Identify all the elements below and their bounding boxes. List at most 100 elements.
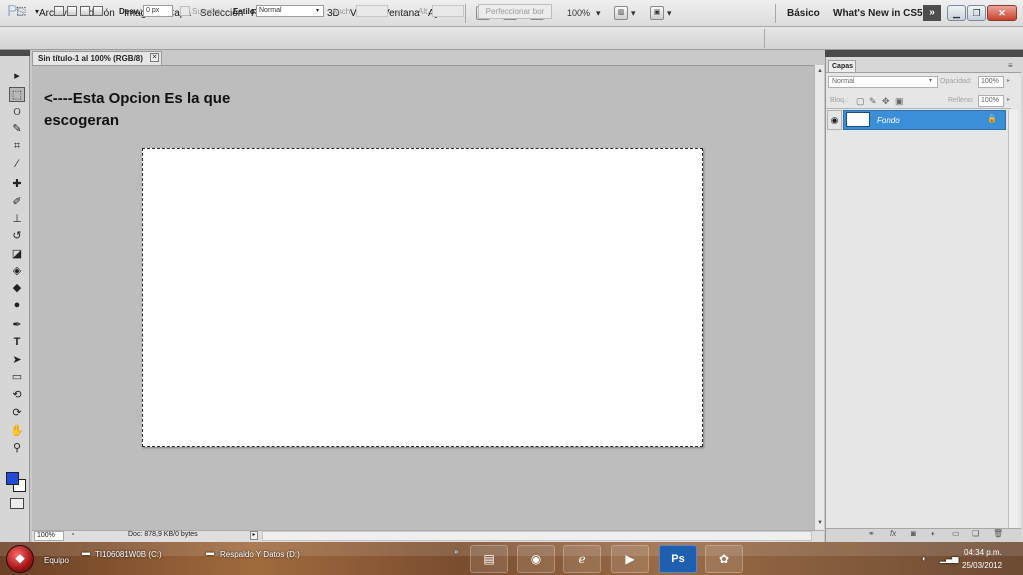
chevron-down-icon[interactable]: ▾ <box>596 8 601 19</box>
clone-stamp-tool-icon[interactable]: ⊥ <box>9 212 25 227</box>
width-input[interactable] <box>356 5 388 17</box>
clock-date[interactable]: 25/03/2012 <box>962 561 1002 570</box>
subtract-from-selection-icon[interactable] <box>80 6 90 16</box>
3d-orbit-tool-icon[interactable]: ⟳ <box>9 406 25 421</box>
layer-mask-icon[interactable]: ◙ <box>911 529 916 538</box>
marquee-tool-preset-icon[interactable]: ⬚ <box>16 4 26 17</box>
taskbar-overflow-icon[interactable]: » <box>454 547 458 556</box>
panel-menu-icon[interactable]: ≡ <box>1008 61 1013 70</box>
fill-slider-arrow-icon[interactable]: ▸ <box>1007 96 1010 103</box>
tray-toggle-icon[interactable]: ◐ <box>922 554 927 563</box>
intersect-selection-icon[interactable] <box>93 6 103 16</box>
swap-dimensions-icon[interactable]: ⇄ <box>397 7 404 16</box>
pen-tool-icon[interactable]: ✒ <box>9 318 25 333</box>
document-tab[interactable]: Sin título-1 al 100% (RGB/8) <box>32 51 162 65</box>
close-window-button[interactable]: ✕ <box>987 5 1017 21</box>
scroll-down-icon[interactable]: ▼ <box>816 519 824 527</box>
quick-mask-icon[interactable] <box>10 498 24 509</box>
refine-edge-button[interactable]: Perfeccionar bor <box>478 4 552 19</box>
adjustment-layer-icon[interactable]: ◐ <box>931 529 936 538</box>
antialias-checkbox[interactable] <box>180 6 190 16</box>
status-menu-arrow-icon[interactable]: ▸ <box>250 531 258 540</box>
media-player-icon[interactable]: ▶ <box>611 545 649 573</box>
paint-bucket-tool-icon[interactable]: ◈ <box>9 264 25 279</box>
style-label: Estilo: <box>233 7 258 16</box>
move-tool-icon[interactable]: ▸ <box>9 69 25 84</box>
zoom-tool-icon[interactable]: ⚲ <box>9 441 25 456</box>
new-layer-icon[interactable]: ❏ <box>972 529 979 538</box>
eyedropper-tool-icon[interactable]: ⁄ <box>9 157 25 172</box>
file-explorer-icon[interactable]: ▤ <box>470 545 508 573</box>
lock-position-icon[interactable]: ✥ <box>882 96 890 107</box>
workspace-basico[interactable]: Básico <box>787 8 820 19</box>
blur-tool-icon[interactable]: ◆ <box>9 281 25 296</box>
history-brush-icon[interactable]: ↺ <box>9 229 25 244</box>
canvas-selection[interactable] <box>142 148 703 447</box>
restore-button[interactable]: ❐ <box>967 5 986 21</box>
document-horizontal-scrollbar[interactable] <box>262 531 812 541</box>
opacity-slider-arrow-icon[interactable]: ▸ <box>1007 77 1010 84</box>
internet-explorer-icon[interactable]: ℯ <box>563 545 601 573</box>
taskbar-drive-d[interactable]: Respaldo Y Datos (D:) <box>220 550 300 559</box>
photoshop-taskbar-icon[interactable]: Ps <box>659 545 697 573</box>
screen-mode-icon[interactable]: ▣ <box>650 6 664 20</box>
lock-pixels-icon[interactable]: ✎ <box>869 96 877 107</box>
fill-input[interactable]: 100% <box>978 95 1004 107</box>
path-selection-tool-icon[interactable]: ➤ <box>9 353 25 368</box>
style-select[interactable]: Normal <box>256 5 324 17</box>
new-selection-icon[interactable] <box>54 6 64 16</box>
feather-input[interactable]: 0 px <box>143 5 173 17</box>
chevron-down-icon[interactable]: ▾ <box>667 8 672 19</box>
expand-workspaces-button[interactable]: » <box>923 5 941 21</box>
chevron-down-icon[interactable]: ▾ <box>35 7 39 16</box>
minimize-button[interactable]: ▁ <box>947 5 966 21</box>
zoom-input[interactable]: 100% <box>34 531 64 541</box>
add-to-selection-icon[interactable] <box>67 6 77 16</box>
network-signal-icon[interactable]: ▁▃▅ <box>940 554 958 563</box>
height-input[interactable] <box>432 5 464 17</box>
foreground-color-swatch[interactable] <box>6 472 19 485</box>
clock-time[interactable]: 04:34 p.m. <box>964 548 1002 557</box>
chevron-down-icon[interactable]: ▾ <box>929 77 932 84</box>
spot-healing-brush-icon[interactable]: ✚ <box>9 177 25 192</box>
blend-mode-select[interactable]: Normal <box>828 76 938 88</box>
taskbar-drive-c[interactable]: TI106081W0B (C:) <box>95 550 162 559</box>
eraser-tool-icon[interactable]: ◪ <box>9 247 25 262</box>
chevron-down-icon[interactable]: ▾ <box>316 7 319 14</box>
layers-scrollbar[interactable] <box>1008 110 1018 528</box>
3d-rotate-tool-icon[interactable]: ⟲ <box>9 388 25 403</box>
tab-capas[interactable]: Capas <box>828 60 856 72</box>
arrange-documents-icon[interactable]: ▥ <box>614 6 628 20</box>
layer-name[interactable]: Fondo <box>877 116 900 125</box>
chrome-icon[interactable]: ◉ <box>517 545 555 573</box>
rectangle-shape-tool-icon[interactable]: ▭ <box>9 370 25 385</box>
lasso-tool-icon[interactable]: ଠ <box>9 105 25 120</box>
paint-taskbar-icon[interactable]: ✿ <box>705 545 743 573</box>
panel-dock-grip[interactable] <box>825 50 1023 57</box>
type-tool-icon[interactable]: T <box>9 335 25 350</box>
whats-new-cs5[interactable]: What's New in CS5 <box>833 8 923 19</box>
lock-all-icon[interactable]: ▣ <box>895 96 904 107</box>
link-layers-icon[interactable]: ⚭ <box>868 529 875 538</box>
dodge-tool-icon[interactable]: ● <box>9 298 25 313</box>
document-vertical-scrollbar[interactable]: ▲ ▼ <box>814 65 824 530</box>
opacity-input[interactable]: 100% <box>978 76 1004 88</box>
scroll-up-icon[interactable]: ▲ <box>816 67 824 75</box>
chevron-down-icon[interactable]: ▾ <box>631 8 636 19</box>
zoom-level[interactable]: 100% <box>567 8 590 18</box>
taskbar-equipo[interactable]: Equipo <box>44 556 69 565</box>
new-group-icon[interactable]: ▭ <box>952 529 960 538</box>
lock-transparency-icon[interactable]: ▢ <box>856 96 865 107</box>
quick-selection-tool-icon[interactable]: ✎ <box>9 122 25 137</box>
layer-style-icon[interactable]: fx <box>890 529 896 538</box>
delete-layer-icon[interactable]: 🗑 <box>993 529 1003 538</box>
brush-tool-icon[interactable]: ✐ <box>9 195 25 210</box>
start-button-icon[interactable]: ❖ <box>6 545 34 573</box>
hand-tool-icon[interactable]: ✋ <box>9 424 25 439</box>
layer-visibility-eye-icon[interactable]: ◉ <box>827 110 842 130</box>
tools-panel-grip[interactable] <box>0 50 30 56</box>
rectangular-marquee-tool-icon[interactable]: ⬚ <box>9 87 25 102</box>
crop-tool-icon[interactable]: ⌗ <box>9 139 25 154</box>
close-tab-icon[interactable]: ✕ <box>150 53 159 62</box>
status-preview-icon[interactable]: ◔ <box>70 530 75 539</box>
